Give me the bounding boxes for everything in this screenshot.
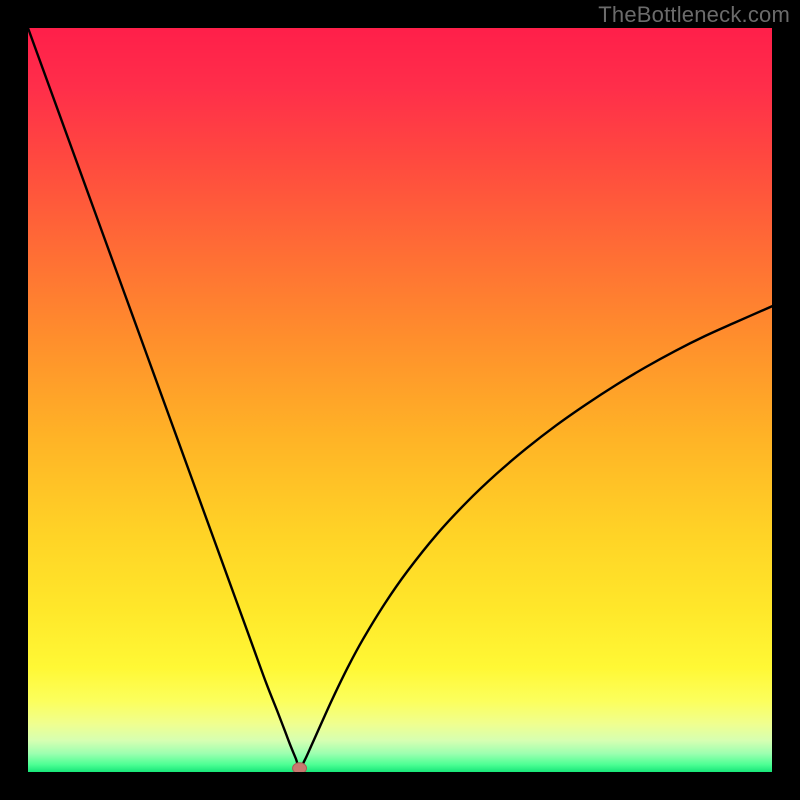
gradient-background bbox=[28, 28, 772, 772]
bottleneck-chart bbox=[28, 28, 772, 772]
plot-area bbox=[28, 28, 772, 772]
chart-frame: TheBottleneck.com bbox=[0, 0, 800, 800]
optimum-marker bbox=[293, 763, 307, 772]
watermark-label: TheBottleneck.com bbox=[598, 2, 790, 28]
